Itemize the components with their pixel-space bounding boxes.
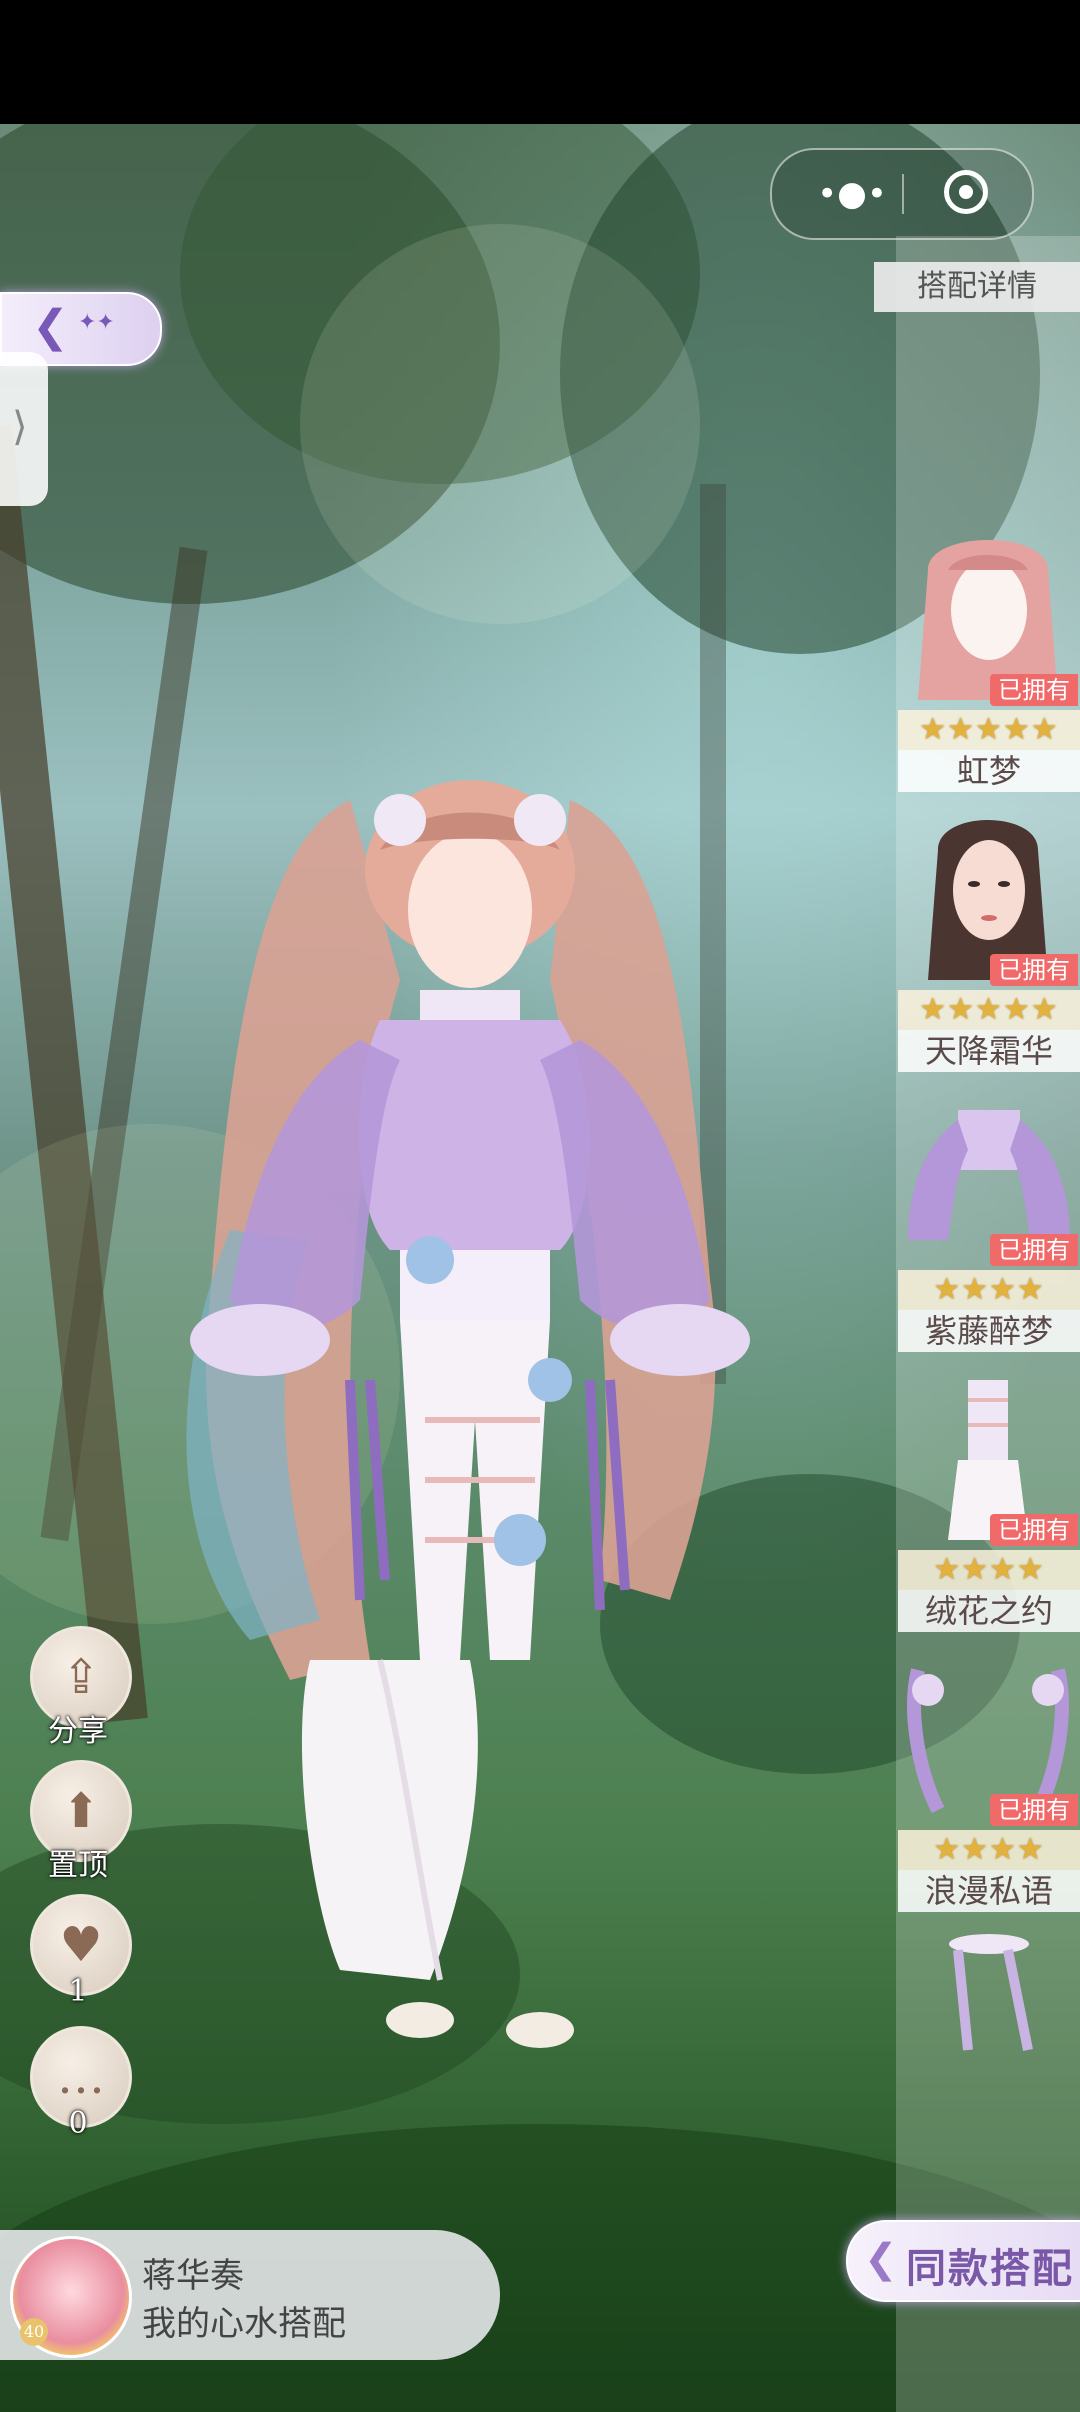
more-icon[interactable]: •●• <box>802 168 902 220</box>
ornament-icon: ❮ <box>864 2236 898 2282</box>
rating-stars: ★★★★ <box>898 1550 1080 1590</box>
item-name: 紫藤醉梦 <box>898 1310 1080 1352</box>
owned-badge: 已拥有 <box>990 1234 1078 1266</box>
owned-badge: 已拥有 <box>990 954 1078 986</box>
panel-title: 搭配详情 <box>874 262 1080 312</box>
owned-badge: 已拥有 <box>990 674 1078 706</box>
status-bar <box>0 0 1080 124</box>
same-outfit-button[interactable]: ❮ 同款搭配 <box>846 2220 1080 2302</box>
chevron-right-icon: ⟩ <box>12 404 28 450</box>
ribbon-thumbnail <box>898 1930 1080 2060</box>
character-avatar <box>170 780 810 2080</box>
comment-count: 0 <box>68 2106 88 2141</box>
share-label: 分享 <box>48 1714 108 1749</box>
item-name: 天降霜华 <box>898 1030 1080 1072</box>
same-outfit-label: 同款搭配 <box>906 2245 1074 2292</box>
sparkle-icon: ✦✦ <box>78 310 115 335</box>
item-name: 绒花之约 <box>898 1590 1080 1632</box>
outfit-item[interactable]: 已拥有 ★★★★ 紫藤醉梦 <box>898 1090 1080 1352</box>
outfit-item[interactable]: 已拥有 ★★★★ 绒花之约 <box>898 1370 1080 1632</box>
outfit-item[interactable]: 已拥有 ★★★★ 浪漫私语 <box>898 1650 1080 1912</box>
back-arrow-icon: ❮ <box>32 301 69 352</box>
level-badge: 40 <box>20 2318 48 2346</box>
rating-stars: ★★★★ <box>898 1270 1080 1310</box>
rating-stars: ★★★★★ <box>898 710 1080 750</box>
owned-badge: 已拥有 <box>990 1794 1078 1826</box>
capsule-divider <box>902 174 904 214</box>
item-name: 浪漫私语 <box>898 1870 1080 1912</box>
rating-stars: ★★★★★ <box>898 990 1080 1030</box>
outfit-caption: 我的心水搭配 <box>142 2304 346 2344</box>
rating-stars: ★★★★ <box>898 1830 1080 1870</box>
author-name: 蒋华奏 <box>142 2256 244 2296</box>
owned-badge: 已拥有 <box>990 1514 1078 1546</box>
like-count: 1 <box>68 1974 88 2009</box>
outfit-item[interactable]: 已拥有 ★★★★★ 虹梦 <box>898 530 1080 792</box>
outfit-item[interactable]: 已拥有 ★★★★★ 天降霜华 <box>898 810 1080 1072</box>
pin-label: 置顶 <box>48 1848 108 1883</box>
side-drawer-tab[interactable]: ⟩ <box>0 352 48 506</box>
close-target-icon[interactable] <box>944 170 988 214</box>
outfit-item[interactable] <box>898 1930 1080 2060</box>
author-bar[interactable]: 40 蒋华奏 我的心水搭配 <box>0 2230 500 2360</box>
miniprogram-capsule: •●• <box>770 148 1034 240</box>
item-name: 虹梦 <box>898 750 1080 792</box>
